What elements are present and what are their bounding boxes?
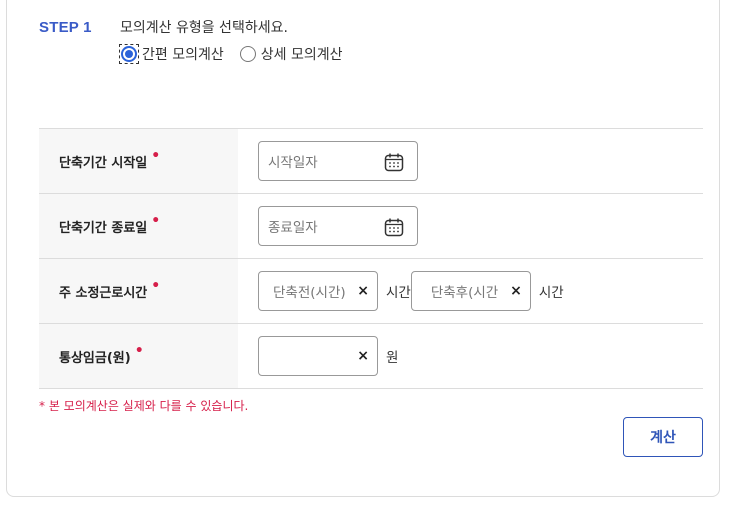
focus-ring: [119, 44, 139, 64]
hours-before-input[interactable]: 단축전(시간) ×: [258, 271, 378, 311]
start-date-label-text: 단축기간 시작일: [59, 155, 148, 171]
clear-icon[interactable]: ×: [357, 348, 369, 364]
radio-detailed-calc[interactable]: 상세 모의계산: [239, 44, 343, 64]
required-mark: •: [151, 148, 161, 164]
hours-after-unit: 시간: [538, 285, 564, 301]
form-row-ordinary-wage: 통상임금(원) • × 원: [39, 324, 703, 389]
weekly-hours-field-cell: 단축전(시간) × 시간 단축후(시간 × 시간: [238, 259, 703, 323]
ordinary-wage-label: 통상임금(원) •: [39, 324, 238, 388]
hours-before-unit: 시간: [386, 285, 411, 301]
required-mark: •: [134, 343, 144, 359]
end-date-label-text: 단축기간 종료일: [59, 220, 148, 236]
form-row-start-date: 단축기간 시작일 • 시작일자: [39, 129, 703, 194]
end-date-placeholder: 종료일자: [268, 220, 318, 236]
calc-form-table: 단축기간 시작일 • 시작일자 단축기간 종료일 • 종료일자 주 소정근로시간…: [39, 128, 703, 389]
clear-icon[interactable]: ×: [510, 283, 522, 299]
ordinary-wage-field-cell: × 원: [238, 324, 703, 388]
ordinary-wage-input[interactable]: ×: [258, 336, 378, 376]
start-date-field-cell: 시작일자: [238, 129, 703, 193]
form-row-end-date: 단축기간 종료일 • 종료일자: [39, 194, 703, 259]
hours-before-placeholder: 단축전(시간): [273, 285, 346, 301]
step-label: STEP 1: [39, 18, 92, 36]
start-date-input[interactable]: 시작일자: [258, 141, 418, 181]
calendar-icon[interactable]: [384, 217, 404, 237]
weekly-hours-label: 주 소정근로시간 •: [39, 259, 238, 323]
calc-type-radio-group: 간편 모의계산 상세 모의계산: [119, 44, 358, 64]
ordinary-wage-unit: 원: [386, 350, 399, 366]
end-date-field-cell: 종료일자: [238, 194, 703, 258]
radio-unchecked-icon[interactable]: [239, 46, 256, 62]
radio-simple-calc[interactable]: 간편 모의계산: [119, 44, 224, 64]
start-date-label: 단축기간 시작일 •: [39, 129, 238, 193]
radio-simple-label: 간편 모의계산: [142, 47, 224, 63]
weekly-hours-label-text: 주 소정근로시간: [59, 285, 148, 301]
calculate-button[interactable]: 계산: [623, 417, 703, 457]
start-date-placeholder: 시작일자: [268, 155, 318, 171]
required-mark: •: [151, 213, 161, 229]
radio-checked-icon[interactable]: [121, 46, 137, 62]
step-description: 모의계산 유형을 선택하세요.: [120, 20, 288, 36]
form-row-weekly-hours: 주 소정근로시간 • 단축전(시간) × 시간 단축후(시간 × 시간: [39, 259, 703, 324]
hours-after-input[interactable]: 단축후(시간 ×: [410, 271, 531, 311]
required-mark: •: [151, 278, 161, 294]
end-date-label: 단축기간 종료일 •: [39, 194, 238, 258]
radio-detailed-label: 상세 모의계산: [260, 47, 343, 63]
clear-icon[interactable]: ×: [357, 283, 369, 299]
disclaimer-notice: * 본 모의계산은 실제와 다를 수 있습니다.: [39, 399, 249, 413]
step-header: STEP 1 모의계산 유형을 선택하세요.: [39, 17, 288, 37]
hours-after-placeholder: 단축후(시간: [430, 285, 499, 301]
end-date-input[interactable]: 종료일자: [258, 206, 418, 246]
calendar-icon[interactable]: [384, 152, 404, 172]
ordinary-wage-label-text: 통상임금(원): [59, 350, 131, 366]
